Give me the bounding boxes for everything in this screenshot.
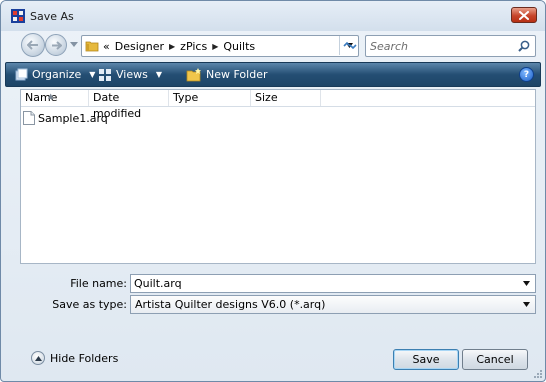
file-name-input[interactable]: [134, 276, 514, 291]
file-name: Sample1.arq: [38, 111, 108, 125]
organize-label: Organize: [32, 68, 82, 81]
search-box[interactable]: [365, 35, 536, 57]
views-icon: [99, 68, 111, 81]
save-as-type-select[interactable]: Artista Quilter designs V6.0 (*.arq): [130, 295, 536, 314]
recent-pages-chevron-down-icon[interactable]: [70, 42, 78, 48]
new-folder-label: New Folder: [206, 68, 268, 81]
sort-ascending-icon: ▲: [48, 92, 54, 100]
forward-arrow-icon: [51, 40, 62, 50]
new-folder-icon: [186, 67, 201, 81]
breadcrumb-overflow[interactable]: «: [103, 40, 110, 53]
new-folder-button[interactable]: New Folder: [186, 63, 267, 86]
save-as-type-chevron-down-icon[interactable]: [523, 302, 530, 307]
views-chevron-down-icon: ▼: [155, 70, 162, 79]
save-as-type-value: Artista Quilter designs V6.0 (*.arq): [135, 298, 326, 311]
hide-folders-button[interactable]: Hide Folders: [31, 351, 118, 365]
file-list[interactable]: ▲ Name Date modified Type Size Sample1.a…: [20, 89, 536, 264]
window-title: Save As: [30, 10, 74, 23]
organize-icon: [15, 68, 28, 80]
refresh-button[interactable]: [339, 36, 359, 55]
forward-button[interactable]: [45, 34, 67, 56]
resize-grip-icon[interactable]: [533, 369, 543, 379]
save-as-type-label: Save as type:: [52, 298, 127, 311]
help-button[interactable]: ?: [519, 67, 534, 82]
column-headers: ▲ Name Date modified Type Size: [21, 90, 535, 120]
breadcrumb-separator-icon[interactable]: ▶: [212, 42, 218, 51]
views-label: Views: [116, 68, 148, 81]
search-icon[interactable]: [518, 40, 530, 52]
back-arrow-icon: [27, 40, 38, 50]
breadcrumb: « Designer ▶ zPics ▶ Quilts: [103, 40, 255, 53]
back-button[interactable]: [21, 33, 45, 57]
help-icon: ?: [523, 69, 530, 80]
breadcrumb-separator-icon[interactable]: ▶: [169, 42, 175, 51]
column-header-name[interactable]: ▲ Name: [21, 90, 89, 106]
toolbar: Organize ▼ Views ▼ New Folder ?: [5, 62, 541, 87]
organize-chevron-down-icon: ▼: [89, 70, 96, 79]
title-bar[interactable]: Save As: [1, 1, 545, 31]
refresh-icon: [342, 41, 357, 50]
chevron-up-icon: [31, 351, 45, 365]
column-header-type[interactable]: Type: [169, 90, 251, 106]
breadcrumb-zpics[interactable]: zPics: [180, 40, 207, 53]
column-header-date-modified[interactable]: Date modified: [89, 90, 169, 120]
column-header-size-label: Size: [255, 91, 278, 104]
file-name-combobox[interactable]: [130, 274, 536, 293]
cancel-button[interactable]: Cancel: [462, 349, 528, 370]
address-bar[interactable]: « Designer ▶ zPics ▶ Quilts: [81, 35, 359, 57]
close-icon: [519, 10, 529, 20]
save-as-dialog: Save As « Designer ▶ zPics ▶ Quilts Sear…: [0, 0, 546, 382]
save-button[interactable]: Save: [393, 349, 459, 370]
hide-folders-label: Hide Folders: [50, 351, 119, 365]
close-button[interactable]: [511, 7, 537, 23]
app-grid-icon: [11, 9, 25, 23]
folder-icon: [85, 41, 99, 52]
breadcrumb-quilts[interactable]: Quilts: [223, 40, 255, 53]
list-item[interactable]: Sample1.arq: [23, 110, 108, 126]
organize-menu-button[interactable]: Organize ▼: [14, 63, 95, 86]
breadcrumb-designer[interactable]: Designer: [115, 40, 164, 53]
search-input[interactable]: [370, 38, 510, 54]
file-icon: [23, 111, 35, 125]
column-header-type-label: Type: [173, 91, 199, 104]
views-menu-button[interactable]: Views ▼: [98, 63, 162, 86]
navigation-bar: « Designer ▶ zPics ▶ Quilts: [1, 31, 545, 61]
column-header-size[interactable]: Size: [251, 90, 321, 106]
file-name-chevron-down-icon[interactable]: [523, 281, 530, 286]
file-name-label: File name:: [70, 277, 127, 290]
